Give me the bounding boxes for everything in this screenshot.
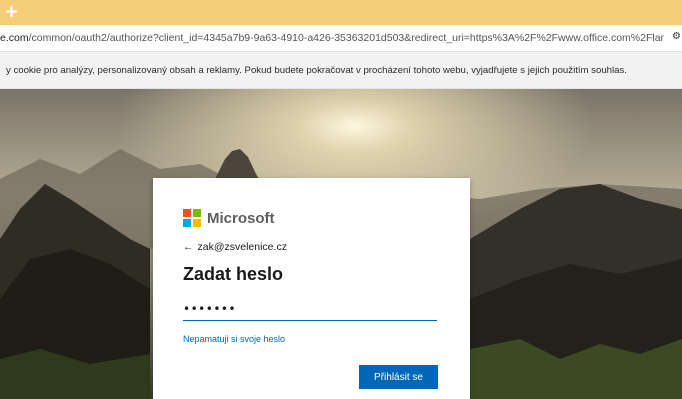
microsoft-logo-icon: [183, 209, 201, 227]
brand-name: Microsoft: [207, 209, 275, 227]
address-bar[interactable]: e.com/common/oauth2/authorize?client_id=…: [0, 25, 682, 52]
url-domain: e.com: [0, 32, 29, 44]
page-title: Zadat heslo: [183, 264, 284, 284]
cookie-notice-text: y cookie pro analýzy, personalizovaný ob…: [6, 65, 627, 76]
password-input[interactable]: [183, 298, 437, 321]
forgot-password-link[interactable]: Nepamatuji si svoje heslo: [183, 334, 285, 344]
logo-square-green: [193, 209, 201, 217]
logo-square-blue: [183, 219, 191, 227]
url-path: /common/oauth2/authorize?client_id=4345a…: [28, 32, 664, 44]
gear-icon[interactable]: ⚙: [672, 31, 681, 42]
account-email: zak@zsvelenice.cz: [197, 241, 287, 253]
back-arrow-icon[interactable]: ←: [183, 241, 194, 253]
logo-square-red: [183, 209, 191, 217]
sign-in-button[interactable]: Přihlásit se: [359, 365, 438, 389]
new-tab-button[interactable]: +: [4, 1, 19, 23]
url-text[interactable]: e.com/common/oauth2/authorize?client_id=…: [0, 31, 664, 45]
logo-square-yellow: [193, 219, 201, 227]
account-identity[interactable]: ← zak@zsvelenice.cz: [183, 241, 287, 253]
browser-tab-bar: +: [0, 0, 682, 25]
login-card: Microsoft ← zak@zsvelenice.cz Zadat heslo…: [153, 178, 470, 399]
microsoft-logo: Microsoft: [183, 208, 275, 228]
cookie-notice: y cookie pro analýzy, personalizovaný ob…: [0, 52, 682, 89]
